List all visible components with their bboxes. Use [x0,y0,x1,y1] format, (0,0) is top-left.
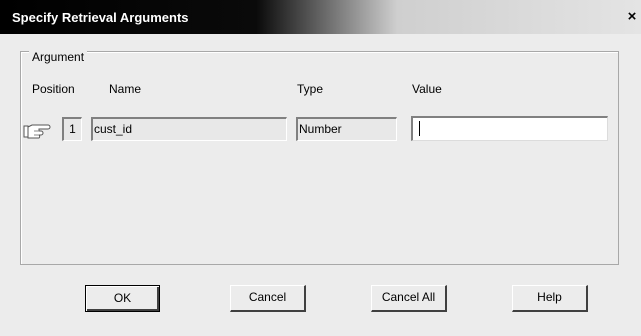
close-icon[interactable]: × [624,9,640,25]
type-column-header: Type [297,82,324,96]
argument-value-input[interactable] [411,116,608,141]
window-title: Specify Retrieval Arguments [12,10,189,25]
ok-button[interactable]: OK [85,285,160,312]
argument-group-legend: Argument [29,50,88,64]
argument-type-field: Number [296,117,397,141]
argument-position-field: 1 [62,117,82,141]
argument-name-field: cust_id [91,117,287,141]
cancel-button[interactable]: Cancel [230,285,306,312]
position-column-header: Position [32,82,75,96]
value-column-header: Value [412,82,442,96]
cancel-all-button[interactable]: Cancel All [371,285,447,312]
text-caret [419,121,420,136]
pointing-hand-icon [23,124,51,139]
title-bar: Specify Retrieval Arguments × [0,0,641,34]
name-column-header: Name [109,82,142,96]
help-button[interactable]: Help [512,285,588,312]
